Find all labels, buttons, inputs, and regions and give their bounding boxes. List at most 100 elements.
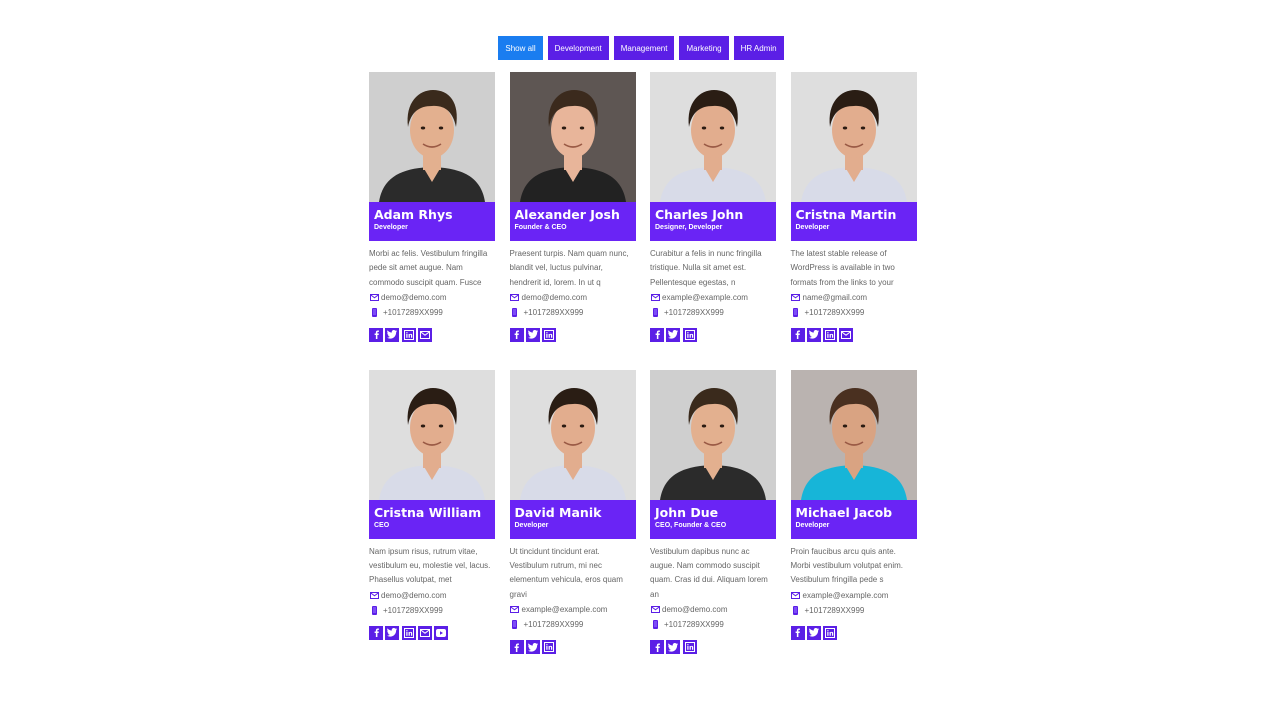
email-row: example@example.com bbox=[791, 588, 917, 603]
member-phone[interactable]: +1017289XX999 bbox=[664, 620, 724, 629]
member-phone[interactable]: +1017289XX999 bbox=[383, 606, 443, 615]
linkedin-icon bbox=[684, 642, 695, 653]
member-email[interactable]: name@gmail.com bbox=[803, 293, 868, 302]
facebook-link[interactable] bbox=[509, 640, 524, 655]
member-email[interactable]: demo@demo.com bbox=[381, 591, 446, 600]
member-phone[interactable]: +1017289XX999 bbox=[805, 308, 865, 317]
team-card: Michael Jacob Developer Proin faucibus arc… bbox=[790, 369, 917, 654]
social-links bbox=[650, 327, 776, 342]
linkedin-icon bbox=[403, 329, 414, 340]
phone-row: +1017289XX999 bbox=[510, 305, 636, 320]
email-row: example@example.com bbox=[650, 290, 776, 305]
mail-icon bbox=[419, 330, 430, 339]
member-name: Adam Rhys bbox=[374, 207, 453, 222]
member-phone[interactable]: +1017289XX999 bbox=[524, 308, 584, 317]
name-band: Adam Rhys Developer bbox=[369, 202, 495, 241]
member-bio: The latest stable release of WordPress i… bbox=[790, 249, 895, 287]
twitter-link[interactable] bbox=[385, 625, 400, 640]
linkedin-link[interactable] bbox=[401, 327, 416, 342]
name-band: Alexander Josh Founder & CEO bbox=[509, 202, 636, 241]
twitter-link[interactable] bbox=[806, 327, 821, 342]
twitter-link[interactable] bbox=[525, 640, 540, 655]
mail-link[interactable] bbox=[417, 625, 432, 640]
facebook-link[interactable] bbox=[509, 327, 524, 342]
linkedin-link[interactable] bbox=[682, 640, 697, 655]
facebook-link[interactable] bbox=[369, 327, 383, 342]
twitter-link[interactable] bbox=[525, 327, 540, 342]
facebook-link[interactable] bbox=[790, 625, 805, 640]
member-name: Cristna Martin bbox=[795, 207, 897, 222]
twitter-link[interactable] bbox=[385, 327, 400, 342]
linkedin-link[interactable] bbox=[401, 625, 416, 640]
member-phone[interactable]: +1017289XX999 bbox=[664, 308, 724, 317]
twitter-link[interactable] bbox=[666, 327, 681, 342]
team-card: Cristna Martin Developer The latest stable… bbox=[790, 72, 917, 342]
member-email[interactable]: example@example.com bbox=[803, 591, 889, 600]
envelope-icon bbox=[369, 590, 379, 600]
member-email[interactable]: demo@demo.com bbox=[381, 293, 446, 302]
mail-link[interactable] bbox=[839, 327, 854, 342]
member-photo bbox=[369, 72, 495, 202]
youtube-link[interactable] bbox=[434, 625, 449, 640]
filter-button-development[interactable]: Development bbox=[547, 36, 609, 60]
member-name: John Due bbox=[655, 504, 719, 520]
team-card: David Manik Developer Ut tincidunt tincidu… bbox=[509, 369, 636, 655]
phone-icon bbox=[369, 307, 379, 317]
twitter-icon bbox=[808, 628, 819, 637]
member-email[interactable]: demo@demo.com bbox=[662, 605, 727, 614]
member-bio: Morbi ac felis. Vestibulum fringilla ped… bbox=[369, 249, 488, 287]
youtube-icon bbox=[436, 628, 447, 637]
team-card: John Due CEO, Founder & CEO Vestibulum dap… bbox=[650, 369, 776, 655]
filter-button-show-all[interactable]: Show all bbox=[498, 36, 543, 60]
facebook-icon bbox=[512, 330, 521, 340]
mail-icon bbox=[419, 628, 430, 637]
email-row: name@gmail.com bbox=[791, 290, 917, 305]
member-email[interactable]: example@example.com bbox=[522, 605, 608, 614]
member-phone[interactable]: +1017289XX999 bbox=[383, 308, 443, 317]
facebook-link[interactable] bbox=[790, 327, 805, 342]
member-role: Designer, Developer bbox=[655, 224, 723, 231]
linkedin-link[interactable] bbox=[823, 327, 838, 342]
envelope-icon bbox=[369, 292, 379, 302]
member-email[interactable]: demo@demo.com bbox=[522, 293, 587, 302]
filter-button-management[interactable]: Management bbox=[613, 36, 675, 60]
member-name: David Manik bbox=[514, 504, 602, 520]
facebook-link[interactable] bbox=[650, 327, 664, 342]
mail-link[interactable] bbox=[417, 327, 432, 342]
linkedin-link[interactable] bbox=[542, 640, 557, 655]
member-role: Developer bbox=[795, 521, 830, 529]
team-card: Charles John Designer, Developer Curabitur… bbox=[650, 72, 776, 342]
member-email[interactable]: example@example.com bbox=[662, 293, 748, 302]
member-role: CEO, Founder & CEO bbox=[655, 521, 727, 529]
facebook-link[interactable] bbox=[369, 625, 383, 640]
twitter-icon bbox=[668, 642, 679, 652]
name-band: Cristna William CEO bbox=[369, 499, 495, 539]
name-band: David Manik Developer bbox=[509, 499, 636, 539]
social-links bbox=[790, 327, 917, 342]
filter-button-marketing[interactable]: Marketing bbox=[679, 36, 729, 60]
social-links bbox=[509, 640, 636, 655]
linkedin-link[interactable] bbox=[682, 327, 697, 342]
linkedin-icon bbox=[544, 642, 555, 653]
linkedin-link[interactable] bbox=[542, 327, 557, 342]
facebook-link[interactable] bbox=[650, 640, 664, 655]
twitter-icon bbox=[808, 330, 819, 339]
member-phone[interactable]: +1017289XX999 bbox=[805, 606, 865, 615]
linkedin-link[interactable] bbox=[823, 625, 838, 640]
linkedin-icon bbox=[544, 329, 555, 340]
envelope-icon bbox=[510, 605, 520, 615]
member-role: CEO bbox=[374, 521, 390, 529]
twitter-icon bbox=[387, 628, 398, 637]
phone-icon bbox=[510, 620, 520, 630]
twitter-icon bbox=[668, 330, 679, 339]
filter-button-hr-admin[interactable]: HR Admin bbox=[733, 36, 784, 60]
twitter-link[interactable] bbox=[806, 625, 821, 640]
twitter-link[interactable] bbox=[666, 640, 681, 655]
mail-icon bbox=[841, 330, 852, 339]
phone-row: +1017289XX999 bbox=[369, 603, 495, 618]
facebook-icon bbox=[653, 643, 662, 652]
team-card: Alexander Josh Founder & CEO Praesent turp… bbox=[509, 72, 636, 342]
member-phone[interactable]: +1017289XX999 bbox=[524, 620, 584, 629]
facebook-icon bbox=[653, 330, 662, 340]
envelope-icon bbox=[650, 605, 660, 615]
